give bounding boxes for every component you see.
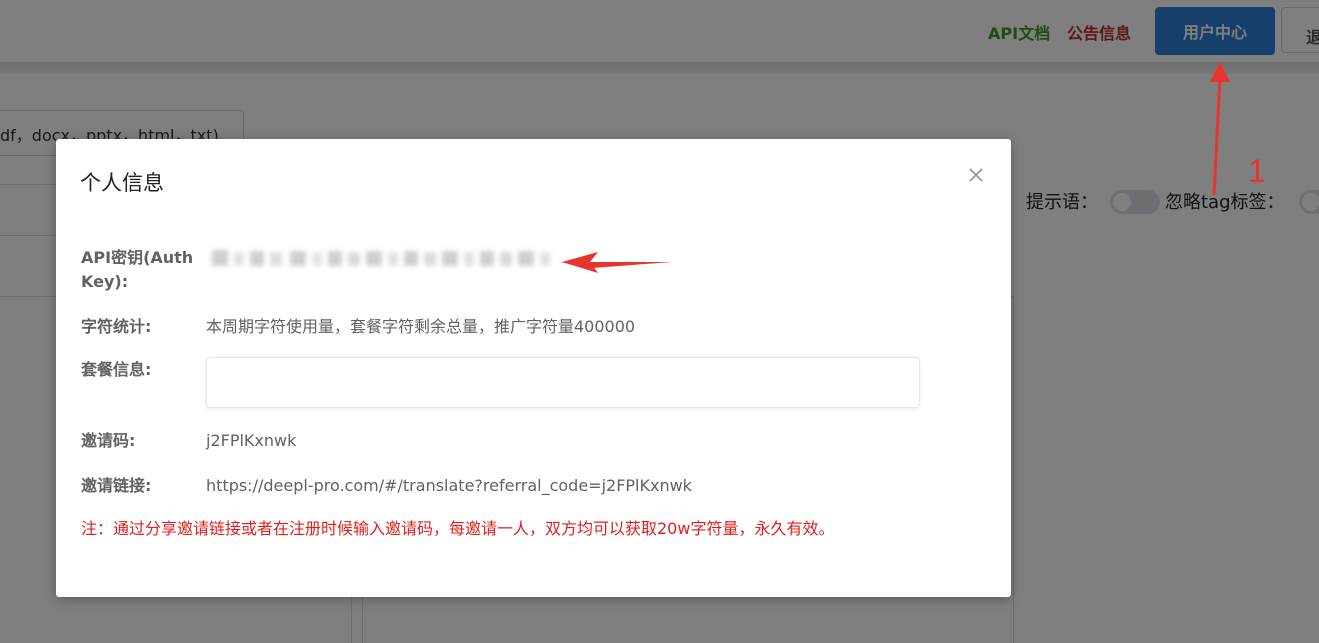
dialog-title: 个人信息 [80, 171, 164, 195]
char-stats-value: 本周期字符使用量，套餐字符剩余总量，推广字符量400000 [206, 317, 636, 336]
invite-code-value[interactable]: j2FPlKxnwk [206, 429, 296, 453]
api-key-value-blurred [206, 246, 566, 270]
invite-note: 注：通过分享邀请链接或者在注册时候输入邀请码，每邀请一人，双方均可以获取20w字… [81, 519, 835, 538]
plan-info-label: 套餐信息: [81, 360, 152, 379]
annotation-number: 1 [1248, 153, 1266, 189]
personal-info-dialog: 个人信息 API密钥(Auth Key): 字符统计: 本周期字符使用量，套餐字… [56, 139, 1011, 597]
plan-info-box [206, 357, 920, 408]
api-key-label: API密钥(Auth Key): [81, 248, 194, 291]
close-icon[interactable] [967, 166, 985, 184]
invite-link-label: 邀请链接: [81, 476, 152, 495]
invite-code-label: 邀请码: [81, 431, 136, 450]
char-stats-label: 字符统计: [81, 317, 152, 336]
invite-link-value[interactable]: https://deepl-pro.com/#/translate?referr… [206, 474, 692, 498]
